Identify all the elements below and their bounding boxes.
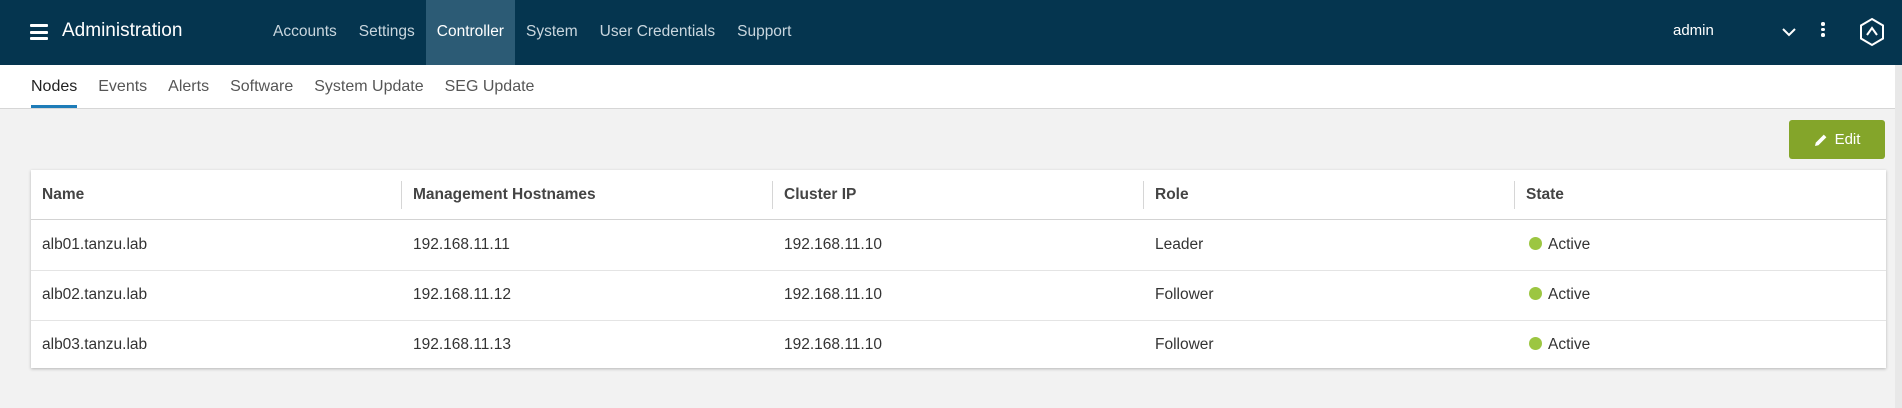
tab-seg-update[interactable]: SEG Update (445, 65, 535, 108)
nav-user-credentials[interactable]: User Credentials (589, 0, 726, 65)
cell-cluster-ip: 192.168.11.10 (784, 336, 882, 353)
cell-name: alb03.tanzu.lab (42, 336, 148, 353)
cell-role: Follower (1155, 286, 1214, 303)
table-header: Name Management Hostnames Cluster IP Rol… (31, 170, 1886, 220)
state-label: Active (1548, 286, 1591, 303)
cell-hostname: 192.168.11.12 (413, 286, 511, 303)
pencil-icon (1814, 134, 1826, 146)
column-header-name[interactable]: Name (31, 170, 402, 219)
cell-hostname: 192.168.11.13 (413, 336, 511, 353)
state-label: Active (1548, 336, 1591, 353)
nav-controller[interactable]: Controller (425, 0, 515, 65)
logo-icon[interactable] (1858, 17, 1886, 47)
status-dot-icon (1529, 337, 1542, 350)
page-scrollbar[interactable] (1895, 65, 1902, 408)
sub-tabs: Nodes Events Alerts Software System Upda… (0, 65, 1902, 109)
nav-settings[interactable]: Settings (348, 0, 426, 65)
nav-accounts[interactable]: Accounts (262, 0, 348, 65)
cell-role: Leader (1155, 236, 1204, 253)
cell-role: Follower (1155, 336, 1214, 353)
edit-button[interactable]: Edit (1789, 120, 1885, 159)
tab-system-update[interactable]: System Update (314, 65, 423, 108)
app-title: Administration (62, 20, 183, 41)
column-header-state[interactable]: State (1515, 170, 1886, 219)
hamburger-icon[interactable] (30, 24, 48, 40)
table-row[interactable]: alb02.tanzu.lab 192.168.11.12 192.168.11… (31, 270, 1886, 321)
cell-state: Active (1515, 270, 1590, 320)
chevron-down-icon[interactable] (1781, 25, 1797, 37)
tab-alerts[interactable]: Alerts (168, 65, 209, 108)
state-label: Active (1548, 236, 1591, 253)
cell-name: alb01.tanzu.lab (42, 236, 148, 253)
table-row[interactable]: alb01.tanzu.lab 192.168.11.11 192.168.11… (31, 220, 1886, 271)
tab-software[interactable]: Software (230, 65, 293, 108)
column-header-management-hostnames[interactable]: Management Hostnames (402, 170, 773, 219)
nav-system[interactable]: System (515, 0, 589, 65)
cell-cluster-ip: 192.168.11.10 (784, 286, 882, 303)
cell-name: alb02.tanzu.lab (42, 286, 148, 303)
cell-hostname: 192.168.11.11 (413, 236, 510, 253)
user-name[interactable]: admin (1673, 22, 1714, 39)
top-nav: Accounts Settings Controller System User… (262, 0, 802, 65)
kebab-menu-icon[interactable] (1819, 22, 1827, 40)
tab-events[interactable]: Events (98, 65, 147, 108)
column-header-role[interactable]: Role (1144, 170, 1515, 219)
nav-support[interactable]: Support (726, 0, 802, 65)
status-dot-icon (1529, 237, 1542, 250)
status-dot-icon (1529, 287, 1542, 300)
table-row[interactable]: alb03.tanzu.lab 192.168.11.13 192.168.11… (31, 320, 1886, 370)
column-header-cluster-ip[interactable]: Cluster IP (773, 170, 1144, 219)
cell-cluster-ip: 192.168.11.10 (784, 236, 882, 253)
tab-nodes[interactable]: Nodes (31, 65, 78, 108)
cell-state: Active (1515, 220, 1590, 270)
cell-state: Active (1515, 320, 1590, 370)
edit-button-label: Edit (1834, 131, 1861, 148)
top-header: Administration Accounts Settings Control… (0, 0, 1902, 65)
nodes-table: Name Management Hostnames Cluster IP Rol… (31, 170, 1886, 368)
